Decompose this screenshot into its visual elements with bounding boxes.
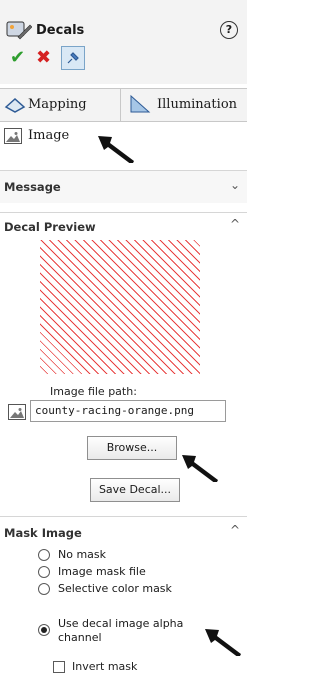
radio-no-mask[interactable] bbox=[38, 549, 50, 561]
save-decal-button[interactable]: Save Decal... bbox=[90, 478, 180, 502]
radio-image-mask-file-label: Image mask file bbox=[58, 565, 146, 578]
annotation-arrow-icon bbox=[182, 455, 218, 482]
decal-preview-image bbox=[40, 240, 200, 374]
pushpin-icon bbox=[67, 52, 79, 64]
radio-use-decal-alpha[interactable] bbox=[38, 624, 50, 636]
panel-title: Decals bbox=[36, 23, 85, 38]
radio-image-mask-file[interactable] bbox=[38, 566, 50, 578]
annotation-arrow-icon bbox=[205, 629, 241, 656]
annotation-arrow-icon bbox=[98, 136, 134, 163]
decal-preview-section-header[interactable]: Decal Preview ^ bbox=[0, 212, 247, 239]
message-section-header[interactable]: Message ⌄ bbox=[0, 170, 247, 203]
decal-preview-section-title: Decal Preview bbox=[4, 220, 96, 234]
panel-header: Decals ? ✔ ✖ bbox=[0, 0, 247, 84]
mask-image-section-title: Mask Image bbox=[4, 526, 82, 540]
image-icon bbox=[4, 128, 22, 144]
image-file-path-label: Image file path: bbox=[50, 385, 137, 398]
tab-illumination[interactable]: Illumination bbox=[121, 89, 247, 121]
invert-mask-checkbox[interactable] bbox=[53, 661, 65, 673]
image-file-icon bbox=[8, 404, 26, 420]
invert-mask-label: Invert mask bbox=[72, 660, 138, 673]
chevron-up-icon: ^ bbox=[230, 217, 241, 231]
illumination-icon bbox=[130, 94, 151, 113]
chevron-up-icon: ^ bbox=[230, 523, 241, 537]
cancel-button[interactable]: ✖ bbox=[36, 47, 51, 68]
tab-bar: Mapping Illumination bbox=[0, 88, 247, 122]
mapping-icon bbox=[4, 97, 26, 113]
tab-mapping[interactable]: Mapping bbox=[0, 89, 120, 121]
image-file-path-field[interactable]: county-racing-orange.png bbox=[30, 400, 226, 422]
radio-use-decal-alpha-label: Use decal image alpha channel bbox=[58, 617, 184, 644]
radio-selective-color-mask-label: Selective color mask bbox=[58, 582, 172, 595]
message-section-title: Message bbox=[4, 180, 61, 194]
decals-property-panel: Decals ? ✔ ✖ Mapping Illumination Image … bbox=[0, 0, 247, 690]
radio-selective-color-mask[interactable] bbox=[38, 583, 50, 595]
radio-no-mask-label: No mask bbox=[58, 548, 107, 561]
tab-mapping-label: Mapping bbox=[28, 97, 87, 112]
chevron-down-icon: ⌄ bbox=[230, 178, 241, 192]
browse-button[interactable]: Browse... bbox=[87, 436, 177, 460]
help-icon[interactable]: ? bbox=[220, 21, 238, 39]
mask-image-section-header[interactable]: Mask Image ^ bbox=[0, 516, 247, 541]
decal-icon bbox=[6, 21, 32, 40]
tab-illumination-label: Illumination bbox=[157, 97, 238, 112]
pushpin-button[interactable] bbox=[61, 46, 85, 70]
ok-button[interactable]: ✔ bbox=[10, 47, 25, 68]
image-tab-label: Image bbox=[28, 128, 70, 143]
